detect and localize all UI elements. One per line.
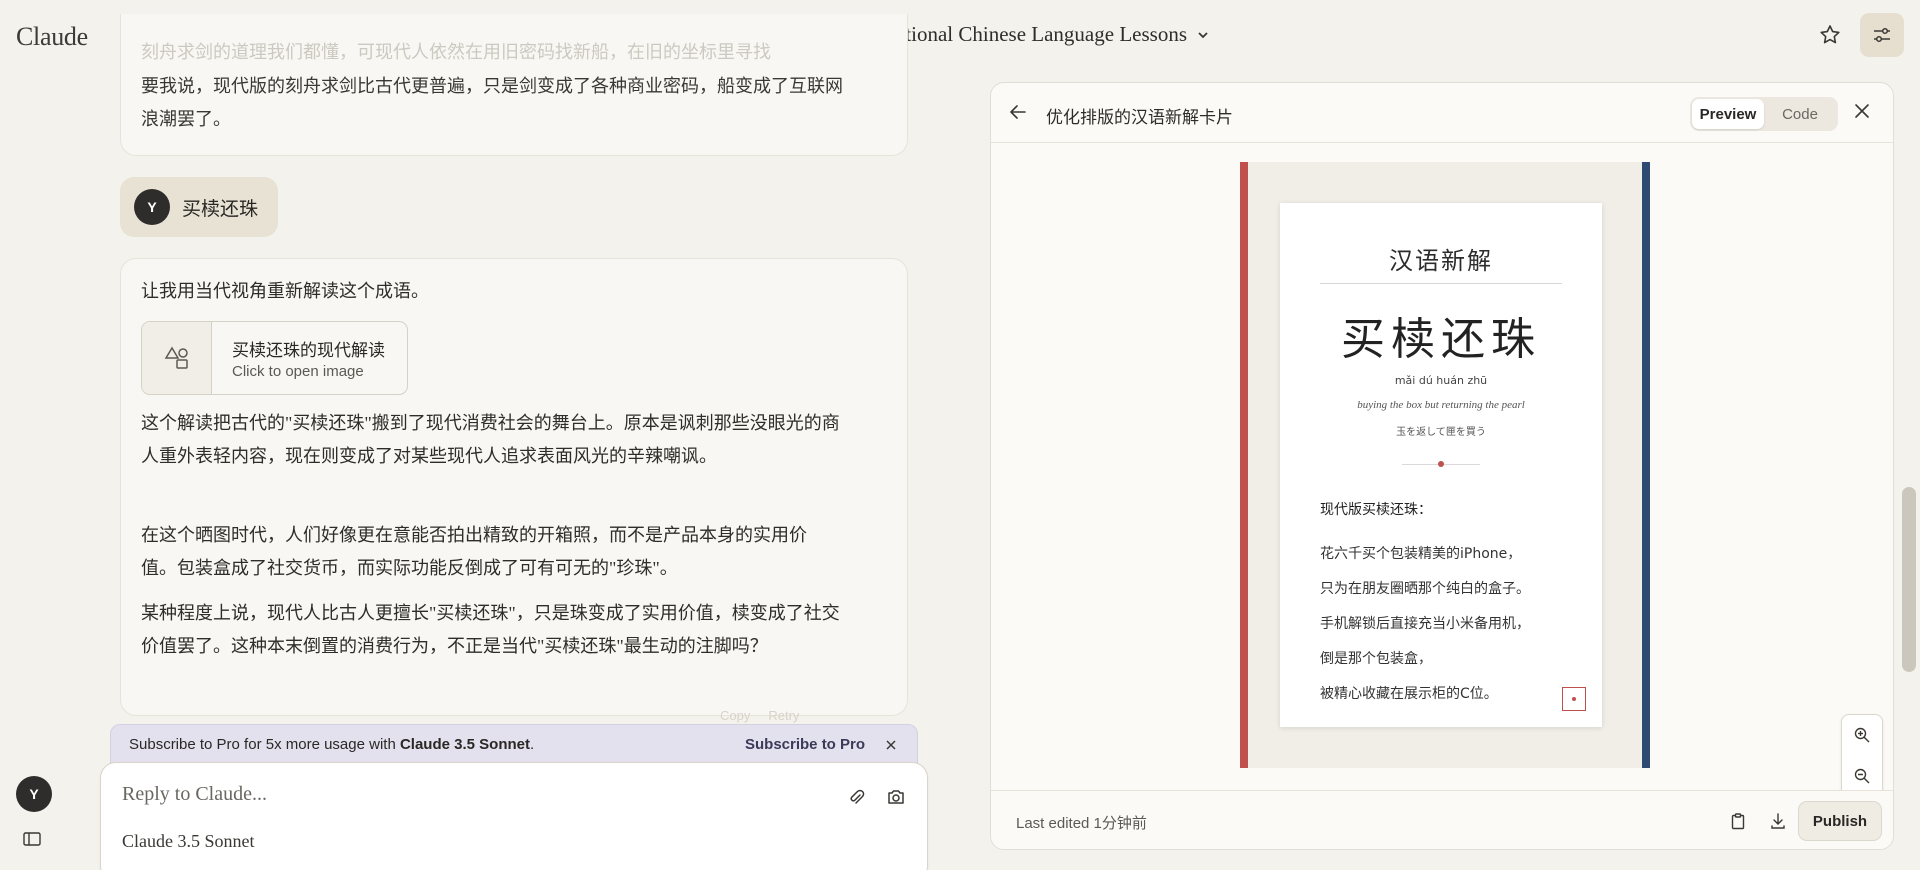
idiom-card-paper: 汉语新解 买椟还珠 mǎi dú huán zhū buying the box… bbox=[1280, 203, 1602, 727]
card-japanese: 玉を返して匣を買う bbox=[1396, 427, 1486, 438]
red-accent-bar bbox=[1240, 162, 1248, 768]
artifact-panel: 优化排版的汉语新解卡片 Preview Code 汉语新解 买椟还珠 mǎi d… bbox=[990, 82, 1894, 850]
close-icon[interactable] bbox=[1853, 102, 1875, 124]
last-edited: Last edited 1分钟前 bbox=[1016, 815, 1147, 832]
clipboard-icon[interactable] bbox=[1726, 809, 1750, 833]
card-line: 花六千买个包装精美的iPhone， bbox=[1320, 546, 1522, 562]
claude-logo[interactable]: Claude bbox=[16, 22, 88, 52]
divider bbox=[1444, 464, 1480, 465]
artifact-preview: 汉语新解 买椟还珠 mǎi dú huán zhū buying the box… bbox=[991, 144, 1893, 838]
banner-text-bold: Claude 3.5 Sonnet bbox=[399, 735, 530, 753]
reply-input[interactable]: Reply to Claude... bbox=[122, 783, 267, 806]
star-button[interactable] bbox=[1808, 13, 1852, 57]
assistant-response: 让我用当代视角重新解读这个成语。 买椟还珠的现代解读 Click to open… bbox=[120, 258, 908, 716]
artifact-panel-header: 优化排版的汉语新解卡片 Preview Code bbox=[991, 83, 1893, 143]
back-arrow-icon[interactable] bbox=[1007, 101, 1031, 125]
reply-composer[interactable]: Reply to Claude... Claude 3.5 Sonnet bbox=[100, 762, 928, 870]
chevron-down-icon bbox=[1196, 28, 1210, 42]
card-line: 手机解锁后直接充当小米备用机， bbox=[1320, 616, 1530, 632]
download-icon[interactable] bbox=[1766, 809, 1790, 833]
artifact-subtitle: Click to open image bbox=[232, 363, 364, 380]
close-icon[interactable] bbox=[881, 735, 901, 755]
card-body: 花六千买个包装精美的iPhone， 只为在朋友圈晒那个纯白的盒子。 手机解锁后直… bbox=[1320, 537, 1580, 712]
scrollbar[interactable] bbox=[1900, 60, 1920, 870]
card-pinyin: mǎi dú huán zhū bbox=[1394, 374, 1488, 387]
settings-button[interactable] bbox=[1860, 13, 1904, 57]
artifact-panel-footer: Last edited 1分钟前 Publish bbox=[991, 790, 1893, 849]
tab-code[interactable]: Code bbox=[1764, 99, 1836, 129]
card-line: 倒是那个包装盒， bbox=[1320, 651, 1432, 667]
seal-stamp bbox=[1562, 687, 1586, 711]
artifact-title: 买椟还珠的现代解读 bbox=[232, 341, 385, 360]
subscribe-banner: Subscribe to Pro for 5x more usage with … bbox=[110, 724, 918, 764]
card-english: buying the box but returning the pearl bbox=[1357, 399, 1525, 411]
response-paragraph: 这个解读把古代的"买椟还珠"搬到了现代消费社会的舞台上。原本是讽刺那些没眼光的商… bbox=[141, 413, 840, 466]
user-message: Y 买椟还珠 bbox=[120, 177, 279, 237]
settings-sliders-icon bbox=[1871, 24, 1893, 46]
user-avatar-button[interactable]: Y bbox=[16, 776, 52, 812]
subscribe-button[interactable]: Subscribe to Pro bbox=[745, 736, 865, 753]
user-message-text: 买椟还珠 bbox=[182, 198, 259, 220]
zoom-in-icon[interactable] bbox=[1842, 715, 1882, 755]
paperclip-icon[interactable] bbox=[844, 785, 868, 809]
artifact-title: 优化排版的汉语新解卡片 bbox=[1046, 108, 1233, 127]
card-idiom: 买椟还珠 bbox=[1341, 314, 1541, 365]
star-icon bbox=[1818, 23, 1842, 47]
publish-button[interactable]: Publish bbox=[1798, 801, 1882, 841]
idiom-card: 汉语新解 买椟还珠 mǎi dú huán zhū buying the box… bbox=[1240, 162, 1650, 768]
card-heading: 汉语新解 bbox=[1389, 247, 1493, 275]
shapes-icon bbox=[142, 322, 212, 394]
tab-preview[interactable]: Preview bbox=[1692, 99, 1764, 129]
banner-text: Subscribe to Pro for 5x more usage with … bbox=[129, 736, 534, 753]
card-line: 被精心收藏在展示柜的C位。 bbox=[1320, 686, 1498, 702]
card-subheading: 现代版买椟还珠： bbox=[1320, 502, 1432, 518]
avatar: Y bbox=[134, 189, 170, 225]
response-paragraph: 在这个晒图时代，人们好像更在意能否拍出精致的开箱照，而不是产品本身的实用价值。包… bbox=[141, 525, 807, 578]
view-toggle: Preview Code bbox=[1690, 97, 1838, 131]
scrollbar-thumb[interactable] bbox=[1902, 487, 1916, 672]
banner-text-suffix: . bbox=[530, 735, 535, 753]
response-paragraph: 某种程度上说，现代人比古人更擅长"买椟还珠"，只是珠变成了实用价值，椟变成了社交… bbox=[141, 603, 840, 656]
copy-button[interactable]: Copy bbox=[720, 708, 750, 723]
artifact-card[interactable]: 买椟还珠的现代解读 Click to open image bbox=[141, 321, 408, 395]
camera-icon[interactable] bbox=[884, 785, 908, 809]
divider bbox=[1402, 464, 1438, 465]
sidebar-toggle-icon[interactable] bbox=[22, 829, 44, 851]
previous-response: 刻舟求剑的道理我们都懂，可现代人依然在用旧密码找新船，在旧的坐标里寻找 要我说，… bbox=[120, 14, 908, 156]
divider bbox=[1320, 283, 1562, 284]
faded-text: 刻舟求剑的道理我们都懂，可现代人依然在用旧密码找新船，在旧的坐标里寻找 bbox=[141, 42, 771, 60]
retry-button[interactable]: Retry bbox=[768, 708, 799, 723]
card-line: 只为在朋友圈晒那个纯白的盒子。 bbox=[1320, 581, 1530, 597]
banner-text-prefix: Subscribe to Pro for 5x more usage with bbox=[129, 735, 400, 753]
response-intro: 让我用当代视角重新解读这个成语。 bbox=[141, 281, 429, 301]
message-actions: Copy Retry bbox=[720, 708, 799, 723]
avatar: Y bbox=[16, 776, 52, 812]
navy-accent-bar bbox=[1642, 162, 1650, 768]
response-text: 要我说，现代版的刻舟求剑比古代更普遍，只是剑变成了各种商业密码，船变成了互联网浪… bbox=[141, 76, 843, 129]
model-selector[interactable]: Claude 3.5 Sonnet bbox=[122, 831, 255, 852]
